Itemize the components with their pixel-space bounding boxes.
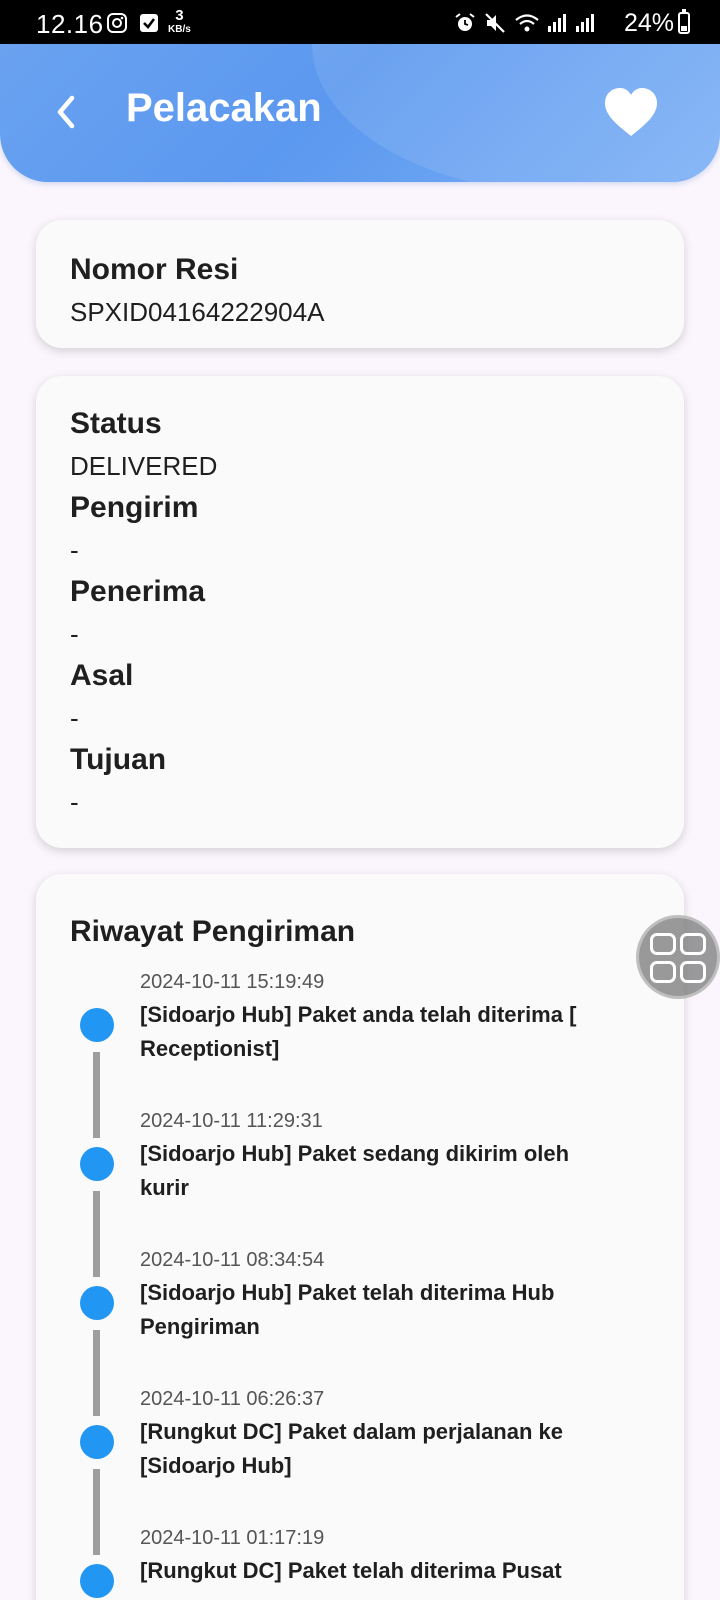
timeline-dot	[80, 1008, 114, 1042]
assistive-menu-button[interactable]	[636, 915, 720, 999]
grid-icon	[650, 933, 676, 955]
timeline-item: 2024-10-11 15:19:49 [Sidoarjo Hub] Paket…	[36, 968, 684, 1138]
checkbox-icon	[140, 14, 158, 32]
resi-label: Nomor Resi	[70, 253, 239, 286]
timeline-text: [Sidoarjo Hub] Paket sedang dikirim oleh…	[140, 1141, 570, 1200]
app-bar: Pelacakan	[0, 44, 720, 182]
grid-icon	[650, 961, 676, 983]
timeline-dot	[80, 1147, 114, 1181]
network-speed: 3 KB/s	[168, 8, 191, 35]
timeline-date: 2024-10-11 11:29:31	[140, 1110, 323, 1132]
page-title: Pelacakan	[126, 86, 322, 130]
origin-value: -	[70, 703, 79, 733]
timeline-text: [Sidoarjo Hub] Paket telah diterima Hub …	[140, 1280, 555, 1339]
recipient-value: -	[70, 619, 79, 649]
timeline-item: 2024-10-11 08:34:54 [Sidoarjo Hub] Paket…	[36, 1246, 684, 1416]
sender-label: Pengirim	[70, 491, 199, 524]
screen: 12.16 3 KB/s 24% Pelacakan Nomor Resi SP…	[0, 0, 720, 1600]
timeline-date: 2024-10-11 08:34:54	[140, 1249, 325, 1271]
status-time: 12.16	[36, 9, 104, 39]
timeline-dot	[80, 1564, 114, 1598]
timeline-item: 2024-10-11 11:29:31 [Sidoarjo Hub] Paket…	[36, 1107, 684, 1277]
timeline-date: 2024-10-11 01:17:19	[140, 1527, 325, 1549]
signal-icon-2	[576, 14, 594, 32]
alarm-icon	[455, 13, 475, 31]
network-speed-unit: KB/s	[168, 24, 191, 35]
history-title: Riwayat Pengiriman	[70, 915, 356, 948]
timeline-dot	[80, 1425, 114, 1459]
timeline-text: [Rungkut DC] Paket telah diterima Pusat	[140, 1558, 562, 1583]
shipment-details-card: Status DELIVERED Pengirim - Penerima - A…	[36, 376, 684, 848]
status-value: DELIVERED	[70, 451, 218, 481]
resi-value: SPXID04164222904A	[70, 297, 325, 327]
grid-icon	[680, 961, 706, 983]
back-button[interactable]	[40, 84, 96, 140]
heart-icon	[605, 88, 657, 136]
recipient-label: Penerima	[70, 575, 206, 608]
timeline-date: 2024-10-11 15:19:49	[140, 971, 325, 993]
timeline-item: 2024-10-11 06:26:37 [Rungkut DC] Paket d…	[36, 1385, 684, 1555]
status-label: Status	[70, 407, 162, 440]
chevron-left-icon	[57, 95, 75, 129]
timeline-item: 2024-10-11 01:17:19 [Rungkut DC] Paket t…	[36, 1524, 684, 1600]
wifi-icon	[515, 14, 539, 32]
favorite-button[interactable]	[600, 82, 662, 144]
sender-value: -	[70, 535, 79, 565]
timeline-date: 2024-10-11 06:26:37	[140, 1388, 325, 1410]
battery-icon	[678, 9, 690, 34]
status-bar: 12.16 3 KB/s 24%	[0, 0, 720, 44]
network-speed-value: 3	[175, 7, 184, 24]
destination-label: Tujuan	[70, 743, 167, 776]
grid-icon	[680, 933, 706, 955]
battery-percent: 24%	[623, 9, 674, 37]
resi-card: Nomor Resi SPXID04164222904A	[36, 220, 684, 348]
timeline-dot	[80, 1286, 114, 1320]
origin-label: Asal	[70, 659, 134, 692]
history-card: Riwayat Pengiriman 2024-10-11 15:19:49 […	[36, 874, 684, 1600]
destination-value: -	[70, 787, 79, 817]
timeline-text: [Sidoarjo Hub] Paket anda telah diterima…	[140, 1002, 577, 1061]
mute-icon	[485, 13, 505, 33]
signal-icon	[548, 14, 566, 32]
timeline-text: [Rungkut DC] Paket dalam perjalanan ke […	[140, 1419, 563, 1478]
instagram-icon	[107, 13, 127, 33]
